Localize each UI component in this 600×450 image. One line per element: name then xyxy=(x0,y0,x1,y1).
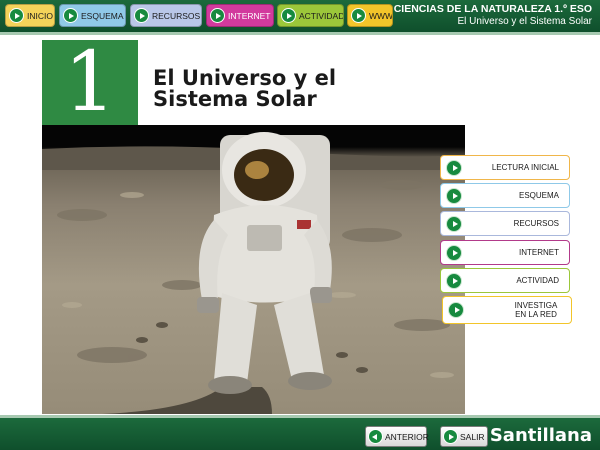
menu-internet-label: INTERNET xyxy=(519,248,559,257)
play-icon xyxy=(351,8,366,23)
play-icon xyxy=(446,159,462,176)
menu-internet-button[interactable]: INTERNET xyxy=(440,240,570,265)
play-icon xyxy=(443,429,458,444)
nav-actividad-button[interactable]: ACTIVIDAD xyxy=(277,4,344,27)
menu-lectura-inicial-button[interactable]: LECTURA INICIAL xyxy=(440,155,570,180)
menu-actividad-button[interactable]: ACTIVIDAD xyxy=(440,268,570,293)
nav-esquema-label: ESQUEMA xyxy=(81,10,124,21)
unit-title-line1: El Universo y el xyxy=(153,66,337,90)
salir-label: SALIR xyxy=(460,431,485,442)
salir-button[interactable]: SALIR xyxy=(440,426,488,447)
menu-recursos-label: RECURSOS xyxy=(513,219,559,228)
nav-recursos-label: RECURSOS xyxy=(152,10,201,21)
play-icon xyxy=(210,8,225,23)
play-icon xyxy=(63,8,78,23)
anterior-label: ANTERIOR xyxy=(385,431,429,442)
nav-inicio-label: INICIO xyxy=(27,10,53,21)
astronaut-on-moon-icon xyxy=(42,125,465,414)
unit-title-line2: Sistema Solar xyxy=(153,87,317,111)
nav-recursos-button[interactable]: RECURSOS xyxy=(130,4,202,27)
menu-esquema-label: ESQUEMA xyxy=(518,191,559,200)
nav-esquema-button[interactable]: ESQUEMA xyxy=(59,4,126,27)
anterior-button[interactable]: ANTERIOR xyxy=(365,426,429,447)
nav-inicio-button[interactable]: INICIO xyxy=(5,4,55,27)
course-subtitle: El Universo y el Sistema Solar xyxy=(457,16,593,27)
play-icon xyxy=(446,244,462,261)
back-arrow-icon xyxy=(368,429,383,444)
unit-number-block: 1 xyxy=(42,40,138,125)
menu-esquema-button[interactable]: ESQUEMA xyxy=(440,183,570,208)
play-icon xyxy=(281,8,296,23)
unit-number: 1 xyxy=(63,34,117,130)
nav-www-label: WWW xyxy=(369,10,393,21)
nav-internet-label: INTERNET xyxy=(228,10,271,21)
menu-investiga-en-la-red-button[interactable]: INVESTIGA EN LA RED xyxy=(442,296,572,324)
menu-recursos-button[interactable]: RECURSOS xyxy=(440,211,570,236)
unit-title: El Universo y el Sistema Solar xyxy=(153,68,336,110)
astronaut-photo xyxy=(42,125,465,414)
menu-lectura-inicial-label: LECTURA INICIAL xyxy=(491,163,559,172)
play-icon xyxy=(446,215,462,232)
play-icon xyxy=(446,187,462,204)
nav-actividad-label: ACTIVIDAD xyxy=(299,10,344,21)
play-icon xyxy=(448,302,464,318)
course-title: CIENCIAS DE LA NATURALEZA 1.º ESO xyxy=(393,3,592,15)
santillana-logo: Santillana xyxy=(489,425,592,446)
nav-internet-button[interactable]: INTERNET xyxy=(206,4,274,27)
play-icon xyxy=(134,8,149,23)
menu-investiga-label: INVESTIGA EN LA RED xyxy=(514,301,558,319)
play-icon xyxy=(446,272,462,289)
nav-www-button[interactable]: WWW xyxy=(347,4,393,27)
play-icon xyxy=(9,8,24,23)
menu-actividad-label: ACTIVIDAD xyxy=(516,276,559,285)
